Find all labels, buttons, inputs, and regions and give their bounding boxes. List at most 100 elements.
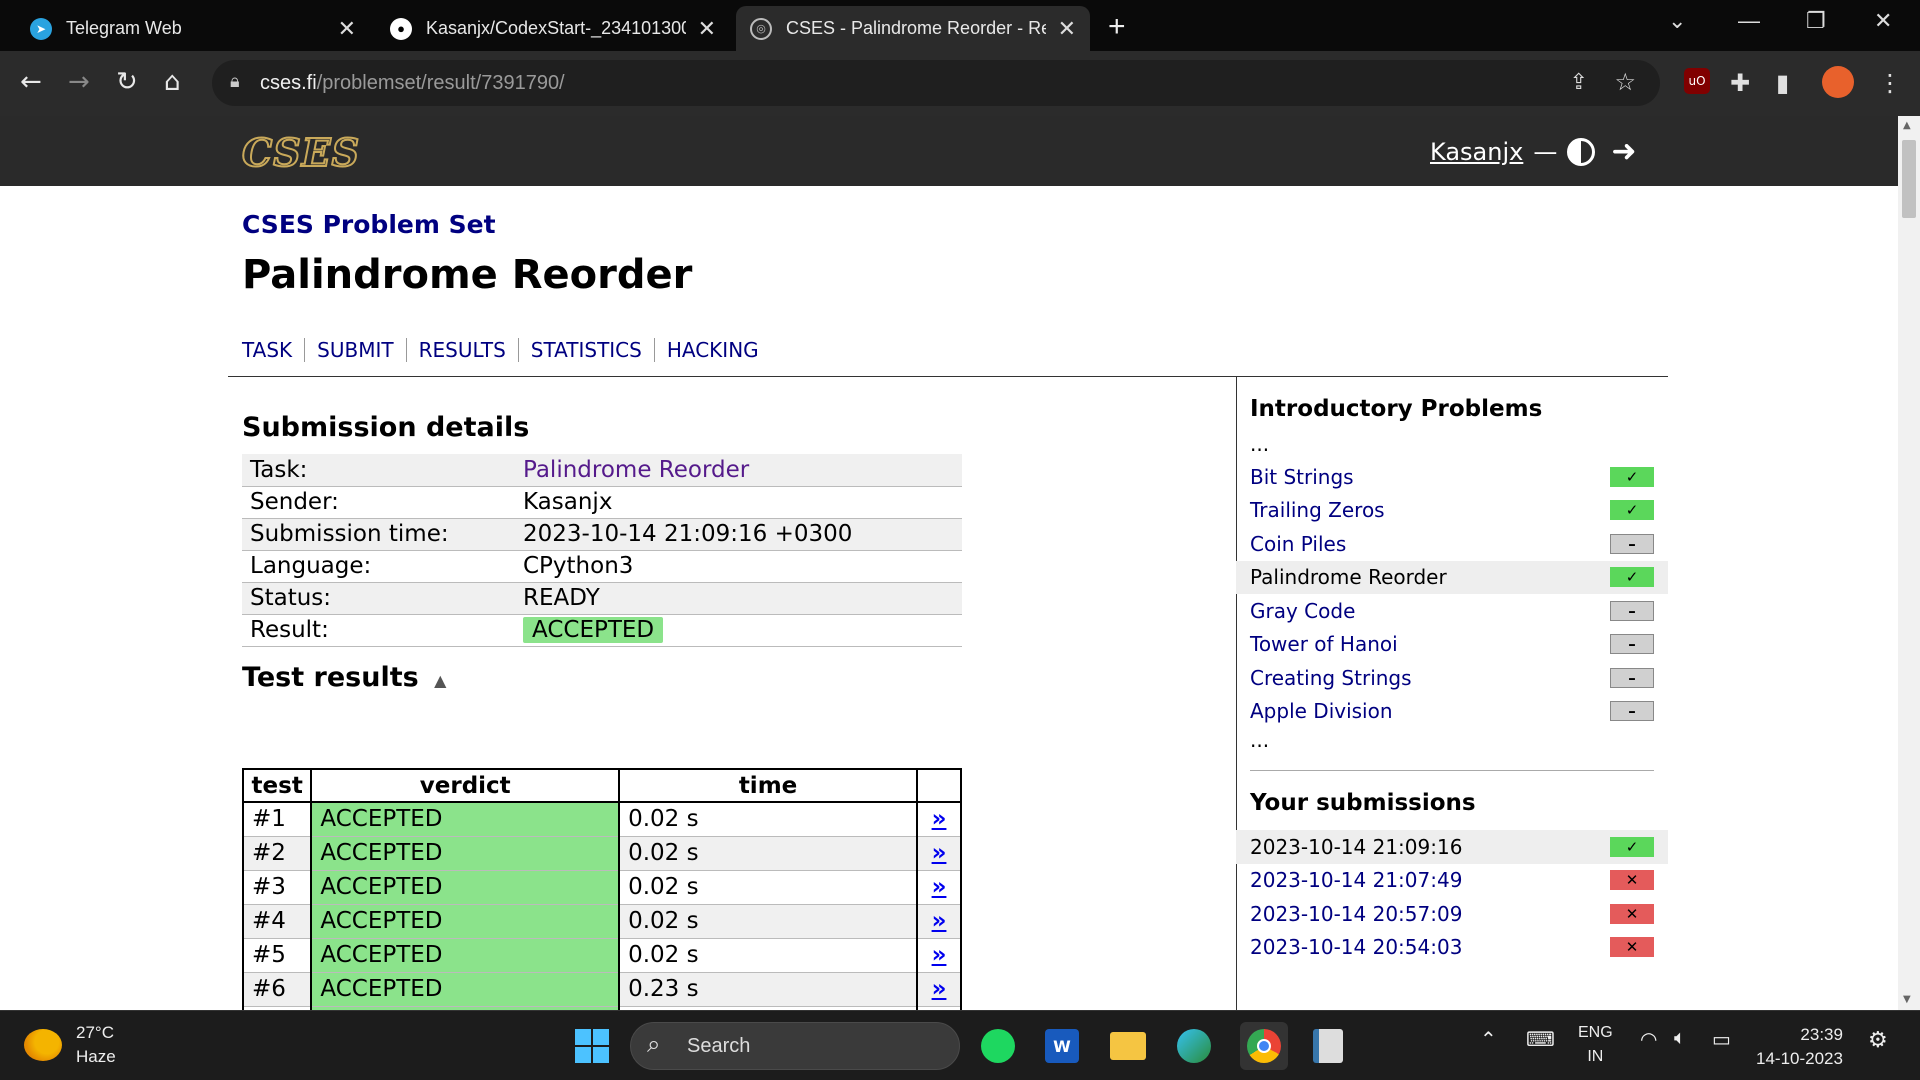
ublock-icon[interactable]: uO	[1684, 68, 1710, 94]
profile-avatar[interactable]	[1822, 66, 1854, 98]
theme-toggle-icon[interactable]	[1567, 137, 1596, 166]
scroll-up-icon[interactable]: ▲	[1903, 120, 1911, 131]
close-tab-icon[interactable]: ✕	[698, 16, 716, 42]
battery-icon[interactable]: ▭	[1712, 1027, 1731, 1052]
nav-hacking[interactable]: HACKING	[653, 338, 771, 362]
view-test-link[interactable]: »	[916, 972, 962, 1007]
weather-widget[interactable]: 27°C Haze	[24, 1021, 116, 1069]
nav-statistics[interactable]: STATISTICS	[517, 338, 654, 362]
time-cell: 0.02 s	[618, 802, 919, 837]
nav-results[interactable]: RESULTS	[405, 338, 518, 362]
word-icon[interactable]: W	[1042, 1026, 1082, 1066]
taskbar-search[interactable]: ⌕ Search	[630, 1022, 960, 1070]
edge-icon[interactable]	[1174, 1026, 1214, 1066]
search-label: Search	[687, 1035, 751, 1057]
page-scrollbar[interactable]: ▲ ▼	[1898, 116, 1920, 1010]
reload-icon[interactable]: ↻	[116, 67, 138, 97]
view-test-link[interactable]: »	[916, 938, 962, 973]
details-value: READY	[515, 582, 962, 615]
submission-item[interactable]: 2023-10-14 20:57:09 ✕	[1236, 897, 1668, 931]
file-explorer-icon[interactable]	[1108, 1026, 1148, 1066]
close-window-button[interactable]: ✕	[1874, 8, 1892, 34]
test-number: #6	[241, 972, 313, 1007]
chrome-icon[interactable]	[1240, 1022, 1288, 1070]
volume-icon[interactable]: 🔈︎	[1674, 1027, 1686, 1050]
sidebar-problem-item[interactable]: Coin Piles –	[1236, 527, 1668, 561]
notifications-icon[interactable]: ⚙	[1868, 1027, 1888, 1053]
problem-link[interactable]: Tower of Hanoi	[1250, 632, 1610, 656]
sidebar-problem-item[interactable]: Trailing Zeros ✓	[1236, 494, 1668, 528]
table-row: #1 ACCEPTED 0.02 s»	[241, 802, 962, 837]
problem-link[interactable]: Bit Strings	[1250, 465, 1610, 489]
sidebar-problem-item[interactable]: Tower of Hanoi –	[1236, 628, 1668, 662]
side-panel-icon[interactable]: ▮	[1776, 69, 1789, 97]
tab-cses[interactable]: ◎ CSES - Palindrome Reorder - Res ✕	[736, 6, 1090, 51]
tab-github[interactable]: ● Kasanjx/CodexStart-_234101300 ✕	[376, 6, 730, 51]
logout-icon[interactable]: ➜	[1611, 134, 1636, 169]
check-icon: ✓	[1610, 466, 1654, 487]
dash-icon: –	[1610, 701, 1654, 722]
divider	[228, 376, 1668, 377]
problem-link[interactable]: Coin Piles	[1250, 532, 1610, 556]
tab-search-icon[interactable]: ⌄	[1668, 8, 1686, 34]
nav-submit[interactable]: SUBMIT	[304, 338, 405, 362]
lock-icon[interactable]: 🔒︎	[230, 71, 240, 92]
tab-title: Telegram Web	[66, 18, 182, 38]
clock[interactable]: 23:39 14-10-2023	[1756, 1023, 1843, 1071]
problem-list: ... Bit Strings ✓ Trailing Zeros ✓ Coin Pile…	[1236, 432, 1668, 756]
submission-item[interactable]: 2023-10-14 20:54:03 ✕	[1236, 931, 1668, 965]
sidebar-problem-item[interactable]: Gray Code –	[1236, 594, 1668, 628]
problemset-title[interactable]: CSES Problem Set	[242, 210, 496, 239]
wifi-icon[interactable]: ◠	[1640, 1027, 1657, 1052]
table-row: #3 ACCEPTED 0.02 s»	[241, 870, 962, 905]
separator: —	[1533, 137, 1558, 166]
view-test-link[interactable]: »	[916, 802, 962, 837]
bookmark-star-icon[interactable]: ☆	[1614, 68, 1636, 96]
scroll-down-icon[interactable]: ▼	[1903, 994, 1911, 1005]
sidebar-problem-item[interactable]: Apple Division –	[1236, 695, 1668, 729]
cses-logo[interactable]: CSES	[241, 129, 360, 176]
ellipsis: ...	[1250, 728, 1270, 752]
task-link[interactable]: Palindrome Reorder	[523, 457, 749, 483]
minimize-button[interactable]: —	[1738, 8, 1760, 34]
collapse-toggle-icon[interactable]: ▲	[434, 671, 446, 690]
sidebar-problem-item[interactable]: Creating Strings –	[1236, 661, 1668, 695]
share-icon[interactable]: ⇪	[1570, 70, 1588, 95]
back-icon[interactable]: ←	[20, 67, 42, 97]
spotify-icon[interactable]	[978, 1026, 1018, 1066]
problem-link[interactable]: Creating Strings	[1250, 666, 1610, 690]
new-tab-button[interactable]: +	[1108, 10, 1126, 44]
tray-chevron-icon[interactable]: ⌃	[1480, 1027, 1497, 1052]
view-test-link[interactable]: »	[916, 836, 962, 871]
extensions-puzzle-icon[interactable]: ✚	[1730, 69, 1750, 97]
sidebar-problem-item[interactable]: Bit Strings ✓	[1236, 460, 1668, 494]
problem-link[interactable]: Gray Code	[1250, 599, 1610, 623]
close-tab-icon[interactable]: ✕	[338, 16, 356, 42]
close-tab-icon[interactable]: ✕	[1058, 16, 1076, 42]
submission-link[interactable]: 2023-10-14 21:07:49	[1250, 868, 1610, 892]
view-test-link[interactable]: »	[916, 870, 962, 905]
language-indicator[interactable]: ENG IN	[1578, 1021, 1613, 1069]
nav-task[interactable]: TASK	[242, 338, 304, 362]
view-test-link[interactable]: »	[916, 904, 962, 939]
windows-start-icon[interactable]	[572, 1026, 612, 1066]
tab-telegram[interactable]: ➤ Telegram Web ✕	[16, 6, 370, 51]
problem-link[interactable]: Apple Division	[1250, 699, 1610, 723]
submission-link[interactable]: 2023-10-14 20:54:03	[1250, 935, 1610, 959]
verdict-cell: ACCEPTED	[310, 870, 621, 905]
username-link[interactable]: Kasanjx	[1430, 138, 1523, 166]
forward-icon[interactable]: →	[68, 67, 90, 97]
scrollbar-thumb[interactable]	[1902, 140, 1916, 218]
restore-button[interactable]: ❐	[1806, 8, 1826, 34]
python-idle-icon[interactable]	[1308, 1026, 1348, 1066]
submission-item[interactable]: 2023-10-14 21:07:49 ✕	[1236, 864, 1668, 898]
col-test: test	[241, 768, 313, 803]
keyboard-icon[interactable]: ⌨	[1526, 1027, 1555, 1052]
address-bar[interactable]: 🔒︎ cses.fi/problemset/result/7391790/ ⇪ …	[212, 60, 1660, 106]
weather-haze-icon	[24, 1029, 62, 1061]
menu-kebab-icon[interactable]: ⋮	[1878, 69, 1902, 97]
home-icon[interactable]: ⌂	[164, 67, 181, 97]
url-text[interactable]: cses.fi/problemset/result/7391790/	[260, 72, 565, 95]
submission-link[interactable]: 2023-10-14 20:57:09	[1250, 902, 1610, 926]
problem-link[interactable]: Trailing Zeros	[1250, 498, 1610, 522]
